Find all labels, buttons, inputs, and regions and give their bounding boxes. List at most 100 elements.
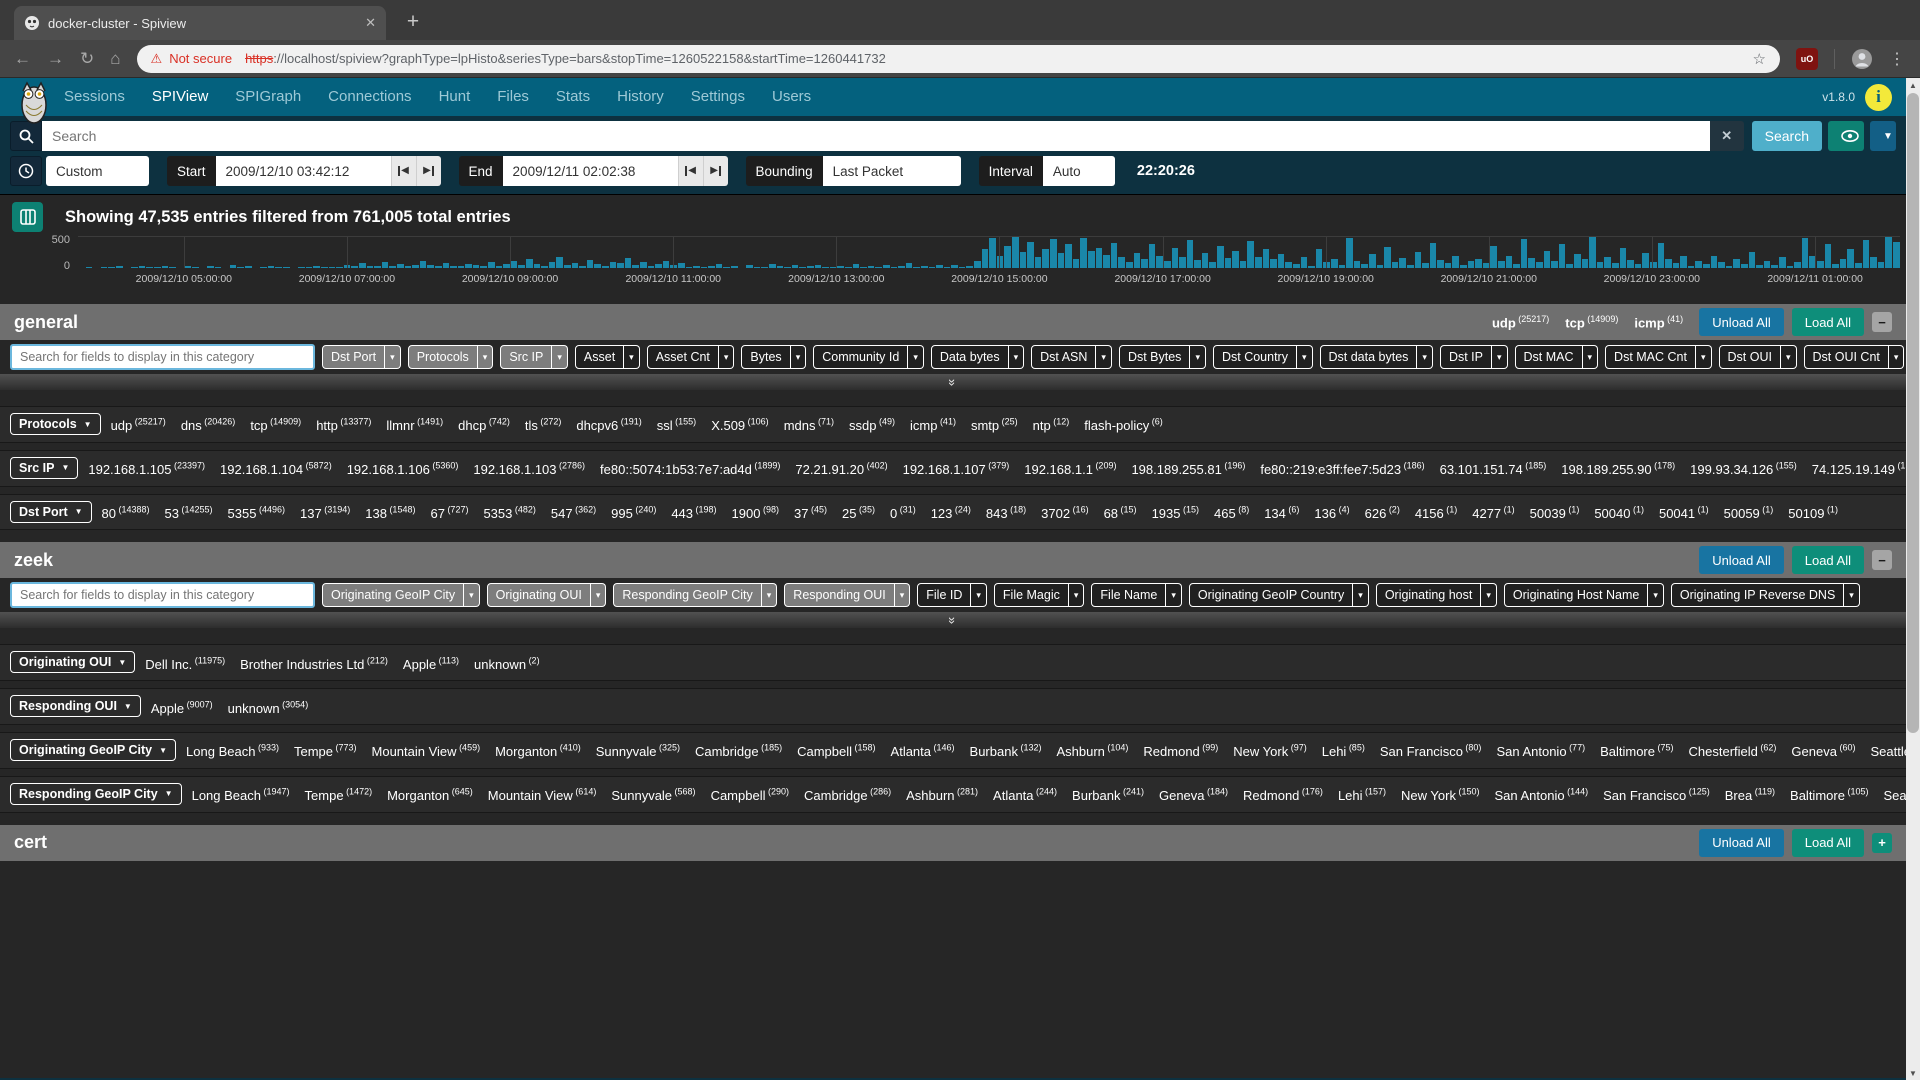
field-value[interactable]: 5355 (4496) — [228, 506, 285, 521]
nav-item-history[interactable]: History — [617, 88, 664, 105]
browser-menu-icon[interactable]: ⋮ — [1889, 49, 1906, 69]
browser-tab[interactable]: docker-cluster - Spiview ✕ — [14, 6, 386, 40]
chart-plot[interactable] — [78, 236, 1900, 268]
field-toggle-src-ip[interactable]: Src IP▾ — [500, 345, 568, 369]
search-input[interactable] — [42, 121, 1710, 151]
field-value[interactable]: 192.168.1.106 (5360) — [347, 462, 459, 477]
field-value[interactable]: Burbank (241) — [1072, 788, 1144, 803]
field-menu-originating-oui[interactable]: Originating OUI ▼ — [10, 651, 135, 673]
field-value[interactable]: Brea (119) — [1725, 788, 1775, 803]
field-value[interactable]: unknown (2) — [474, 657, 540, 672]
field-value[interactable]: Ashburn (104) — [1056, 744, 1128, 759]
nav-item-sessions[interactable]: Sessions — [64, 88, 125, 105]
field-toggle-file-magic[interactable]: File Magic▾ — [994, 583, 1085, 607]
nav-item-spigraph[interactable]: SPIGraph — [235, 88, 301, 105]
forward-icon[interactable]: → — [47, 49, 64, 69]
field-value[interactable]: unknown (3054) — [228, 701, 309, 716]
field-value[interactable]: smtp (25) — [971, 418, 1018, 433]
field-value[interactable]: Long Beach (1947) — [192, 788, 290, 803]
profile-avatar-icon[interactable] — [1851, 48, 1873, 70]
page-scrollbar[interactable]: ▲ ▼ — [1906, 78, 1920, 1080]
search-icon[interactable] — [10, 121, 42, 151]
home-icon[interactable]: ⌂ — [110, 49, 120, 69]
field-value[interactable]: 547 (362) — [551, 506, 596, 521]
field-menu-originating-geoip-city[interactable]: Originating GeoIP City ▼ — [10, 739, 176, 761]
time-range-select[interactable]: Custom — [46, 156, 149, 186]
field-value[interactable]: 25 (35) — [842, 506, 875, 521]
field-value[interactable]: ntp (12) — [1033, 418, 1070, 433]
not-secure-label[interactable]: Not secure — [169, 51, 232, 66]
field-value[interactable]: Geneva (184) — [1159, 788, 1228, 803]
field-value[interactable]: Campbell (290) — [711, 788, 789, 803]
field-toggle-dst-oui[interactable]: Dst OUI▾ — [1719, 345, 1797, 369]
field-value[interactable]: Campbell (158) — [797, 744, 875, 759]
load-all-button[interactable]: Load All — [1792, 546, 1864, 574]
scrollbar-up-icon[interactable]: ▲ — [1906, 78, 1920, 92]
field-value[interactable]: Lehi (85) — [1322, 744, 1365, 759]
field-value[interactable]: 626 (2) — [1365, 506, 1400, 521]
field-value[interactable]: dhcpv6 (191) — [576, 418, 641, 433]
header-stat[interactable]: udp (25217) — [1492, 314, 1549, 330]
field-value[interactable]: New York (97) — [1233, 744, 1306, 759]
field-value[interactable]: Tempe (1472) — [305, 788, 373, 803]
field-value[interactable]: Baltimore (105) — [1790, 788, 1868, 803]
start-skip-forward-button[interactable]: ▶ — [416, 156, 441, 186]
header-stat[interactable]: tcp (14909) — [1565, 314, 1618, 330]
field-value[interactable]: Seattle (99) — [1883, 788, 1906, 803]
field-toggle-responding-oui[interactable]: Responding OUI▾ — [784, 583, 910, 607]
category-field-search[interactable] — [10, 582, 315, 608]
field-toggle-dst-port[interactable]: Dst Port▾ — [322, 345, 401, 369]
field-value[interactable]: Long Beach (933) — [186, 744, 279, 759]
interval-select[interactable]: Auto — [1043, 156, 1115, 186]
field-value[interactable]: San Francisco (125) — [1603, 788, 1710, 803]
start-time-input[interactable] — [216, 156, 391, 186]
field-value[interactable]: 50059 (1) — [1724, 506, 1774, 521]
ublock-extension-icon[interactable]: uO — [1796, 48, 1818, 70]
field-value[interactable]: llmnr (1491) — [386, 418, 443, 433]
omnibox[interactable]: ⚠ Not secure https://localhost/spiview?g… — [137, 45, 1780, 73]
field-toggle-dst-country[interactable]: Dst Country▾ — [1213, 345, 1313, 369]
unload-all-button[interactable]: Unload All — [1699, 546, 1784, 574]
field-toggle-dst-data-bytes[interactable]: Dst data bytes▾ — [1320, 345, 1433, 369]
nav-item-stats[interactable]: Stats — [556, 88, 590, 105]
scrollbar-down-icon[interactable]: ▼ — [1906, 1066, 1920, 1080]
field-value[interactable]: dhcp (742) — [458, 418, 510, 433]
field-value[interactable]: 192.168.1.105 (23397) — [88, 462, 205, 477]
field-value[interactable]: 136 (4) — [1314, 506, 1349, 521]
field-value[interactable]: 123 (24) — [931, 506, 971, 521]
field-value[interactable]: 67 (727) — [430, 506, 468, 521]
field-value[interactable]: 4156 (1) — [1415, 506, 1457, 521]
field-value[interactable]: San Antonio (144) — [1494, 788, 1588, 803]
field-value[interactable]: 74.125.19.149 (151) — [1812, 462, 1906, 477]
unload-all-button[interactable]: Unload All — [1699, 829, 1784, 857]
nav-item-hunt[interactable]: Hunt — [439, 88, 471, 105]
back-icon[interactable]: ← — [14, 49, 31, 69]
category-field-search[interactable] — [10, 344, 315, 370]
field-toggle-bytes[interactable]: Bytes▾ — [741, 345, 806, 369]
field-value[interactable]: fe80::219:e3ff:fee7:5d23 (186) — [1260, 462, 1424, 477]
field-value[interactable]: 1935 (15) — [1152, 506, 1199, 521]
field-value[interactable]: Morganton (410) — [495, 744, 581, 759]
field-value[interactable]: 68 (15) — [1104, 506, 1137, 521]
field-toggle-originating-host-name[interactable]: Originating Host Name▾ — [1504, 583, 1664, 607]
field-toggle-protocols[interactable]: Protocols▾ — [408, 345, 494, 369]
field-toggle-community-id[interactable]: Community Id▾ — [813, 345, 924, 369]
search-actions-caret-button[interactable]: ▼ — [1870, 121, 1896, 151]
scrollbar-thumb[interactable] — [1907, 93, 1919, 733]
field-value[interactable]: Apple (9007) — [151, 701, 213, 716]
field-toggle-originating-ip-reverse-dns[interactable]: Originating IP Reverse DNS▾ — [1671, 583, 1860, 607]
field-value[interactable]: 192.168.1.104 (5872) — [220, 462, 332, 477]
field-value[interactable]: 443 (198) — [671, 506, 716, 521]
field-toggle-dst-oui-cnt[interactable]: Dst OUI Cnt▾ — [1804, 345, 1905, 369]
clear-search-button[interactable]: ✕ — [1710, 121, 1744, 151]
field-toggle-asset[interactable]: Asset▾ — [575, 345, 640, 369]
toggle-columns-button[interactable] — [12, 202, 43, 232]
field-value[interactable]: Dell Inc. (11975) — [145, 657, 225, 672]
field-value[interactable]: Redmond (176) — [1243, 788, 1323, 803]
expand-section-icon[interactable]: + — [1872, 833, 1892, 853]
collapse-section-icon[interactable]: − — [1872, 550, 1892, 570]
field-toggle-dst-asn[interactable]: Dst ASN▾ — [1031, 345, 1112, 369]
field-value[interactable]: Tempe (773) — [294, 744, 357, 759]
info-icon[interactable]: i — [1865, 84, 1892, 111]
field-value[interactable]: Mountain View (459) — [372, 744, 481, 759]
